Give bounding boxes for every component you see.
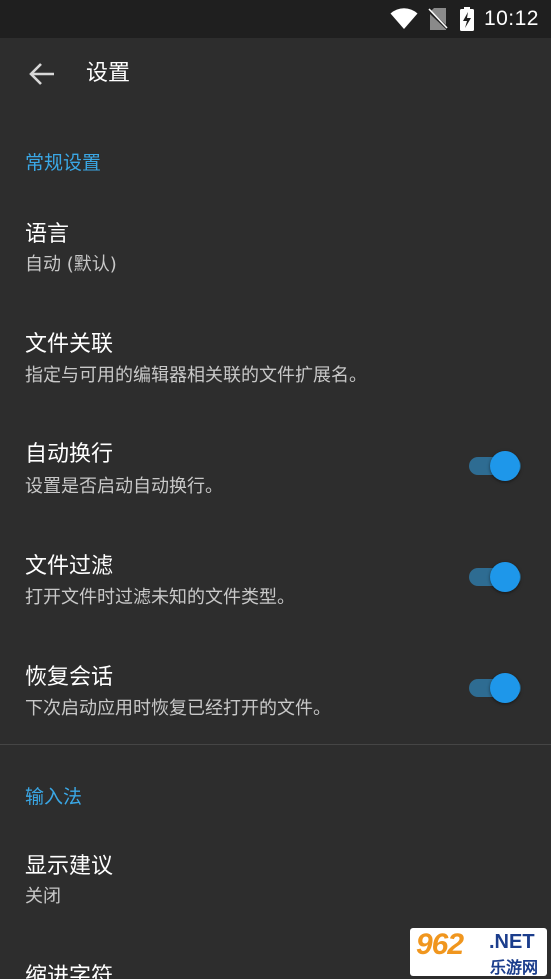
wifi-icon (390, 8, 418, 30)
switch-thumb (490, 451, 520, 481)
restore-session-switch[interactable] (469, 671, 523, 705)
battery-charging-icon (459, 7, 474, 31)
status-bar: 10:12 (0, 0, 551, 38)
pref-show-suggestions-summary: 关闭 (25, 886, 61, 907)
back-button[interactable] (18, 52, 66, 96)
status-clock: 10:12 (483, 7, 539, 30)
pref-word-wrap-title: 自动换行 (25, 442, 114, 467)
section-header-general: 常规设置 (25, 152, 102, 174)
pref-restore-session[interactable]: 恢复会话 下次启动应用时恢复已经打开的文件。 (0, 642, 551, 734)
pref-file-association-summary: 指定与可用的编辑器相关联的文件扩展名。 (25, 365, 367, 386)
pref-word-wrap-summary: 设置是否启动自动换行。 (25, 476, 223, 497)
switch-thumb (490, 673, 520, 703)
pref-language-title: 语言 (25, 222, 70, 247)
pref-restore-session-summary: 下次启动应用时恢复已经打开的文件。 (25, 698, 331, 719)
pref-show-suggestions-title: 显示建议 (25, 854, 114, 879)
pref-file-association-title: 文件关联 (25, 332, 114, 357)
pref-language[interactable]: 语言 自动 (默认) (0, 200, 551, 292)
pref-show-suggestions[interactable]: 显示建议 关闭 (0, 832, 551, 924)
switch-thumb (490, 562, 520, 592)
pref-file-filter[interactable]: 文件过滤 打开文件时过滤未知的文件类型。 (0, 530, 551, 622)
site-watermark-logo: 962 .NET 乐游网 (410, 928, 547, 976)
status-icons: 10:12 (390, 0, 539, 38)
word-wrap-switch[interactable] (469, 449, 523, 483)
section-header-input-method: 输入法 (25, 786, 83, 808)
page-title: 设置 (86, 61, 131, 86)
app-toolbar: 设置 (0, 38, 551, 110)
watermark-number: 962 (416, 928, 464, 961)
pref-restore-session-title: 恢复会话 (25, 665, 114, 690)
pref-indent-char-title: 缩进字符 (25, 964, 114, 979)
arrow-back-icon (29, 63, 54, 85)
pref-file-filter-title: 文件过滤 (25, 554, 114, 579)
pref-language-summary: 自动 (默认) (25, 254, 117, 275)
no-sim-icon (427, 7, 448, 31)
section-divider (0, 744, 551, 745)
pref-file-filter-summary: 打开文件时过滤未知的文件类型。 (25, 587, 295, 608)
pref-file-association[interactable]: 文件关联 指定与可用的编辑器相关联的文件扩展名。 (0, 310, 551, 402)
watermark-cn: 乐游网 (490, 958, 539, 976)
watermark-domain: .NET (489, 931, 535, 953)
file-filter-switch[interactable] (469, 560, 523, 594)
pref-word-wrap[interactable]: 自动换行 设置是否启动自动换行。 (0, 420, 551, 512)
